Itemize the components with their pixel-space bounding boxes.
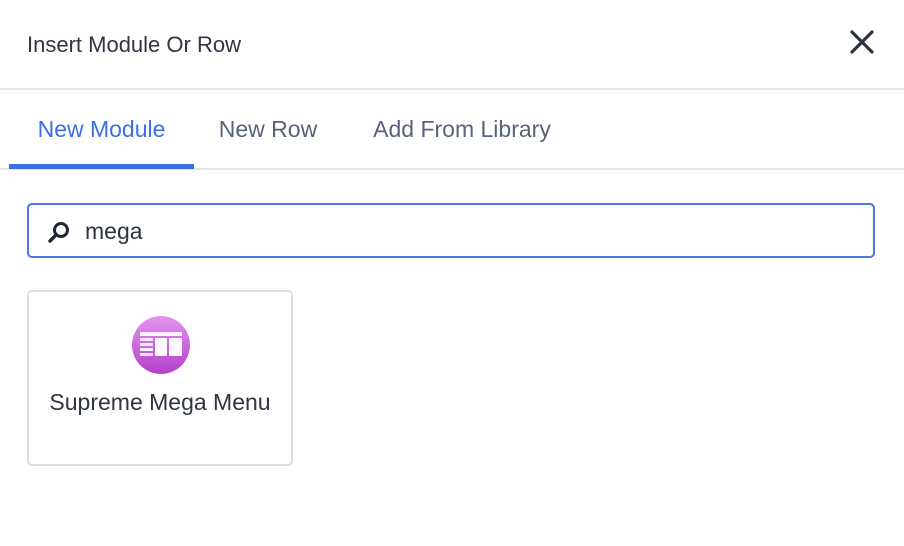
dialog-title: Insert Module Or Row xyxy=(27,32,241,57)
tab-add-from-library[interactable]: Add From Library xyxy=(346,90,578,168)
search-box xyxy=(27,203,875,258)
dialog-header: Insert Module Or Row xyxy=(0,0,904,90)
tab-new-row[interactable]: New Row xyxy=(198,90,338,168)
active-tab-indicator xyxy=(9,164,194,169)
mega-menu-icon xyxy=(132,316,190,374)
tab-new-module[interactable]: New Module xyxy=(9,90,194,168)
close-icon xyxy=(850,30,874,54)
search-icon xyxy=(48,222,69,243)
module-card-supreme-mega-menu[interactable]: Supreme Mega Menu xyxy=(27,290,293,466)
close-button[interactable] xyxy=(846,26,878,58)
tab-bar: New Module New Row Add From Library xyxy=(0,90,904,170)
search-input[interactable] xyxy=(85,213,845,249)
module-label: Supreme Mega Menu xyxy=(49,389,271,415)
